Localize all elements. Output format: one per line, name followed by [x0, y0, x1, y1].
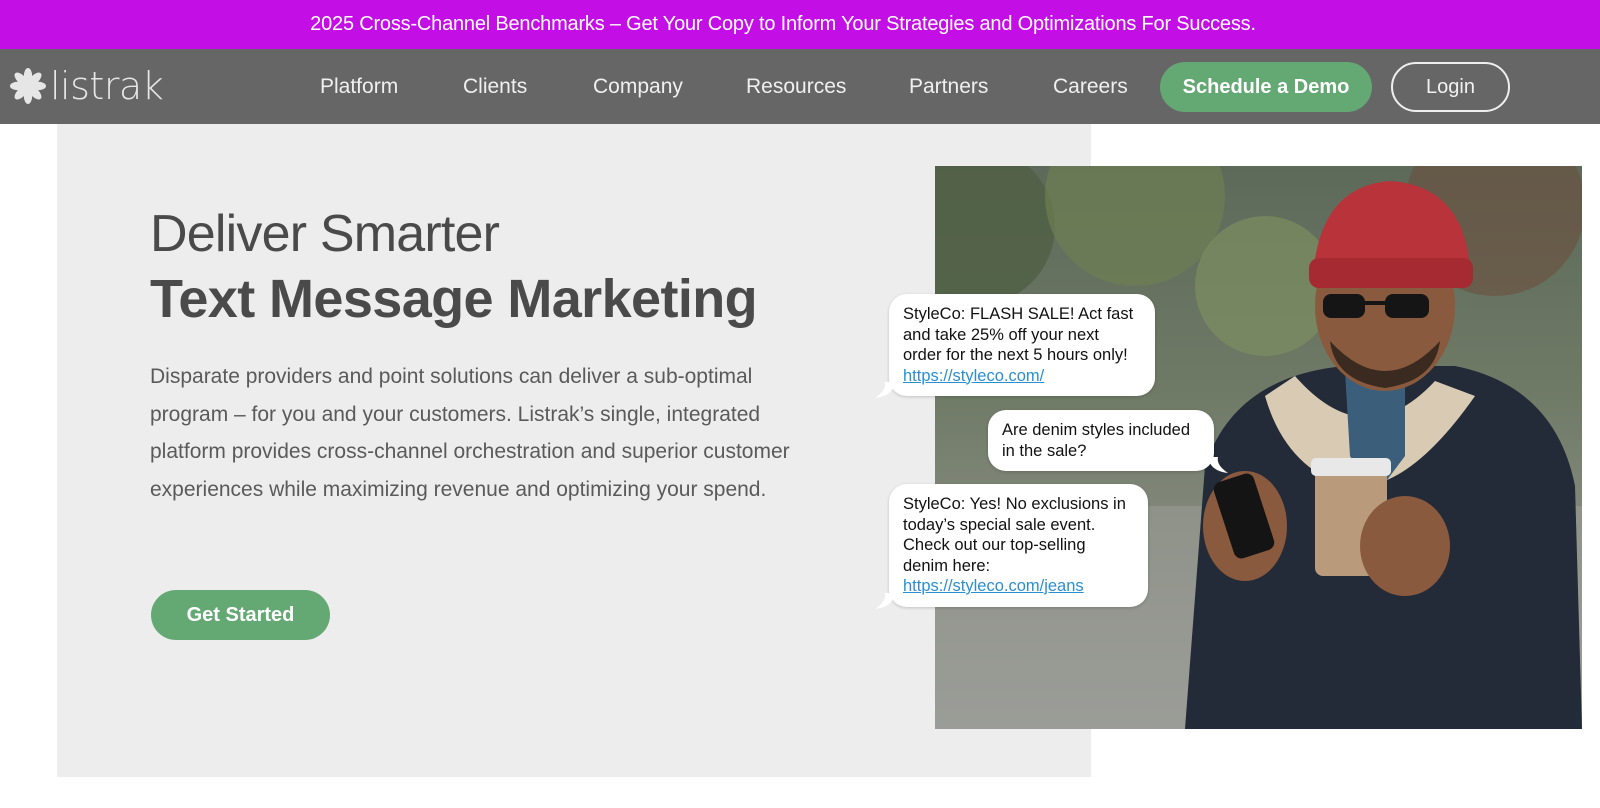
get-started-button[interactable]: Get Started [151, 590, 330, 640]
hero-body-text: Disparate providers and point solutions … [150, 365, 790, 501]
promo-banner-text[interactable]: 2025 Cross-Channel Benchmarks – Get Your… [310, 13, 1256, 36]
nav-resources[interactable]: Resources [746, 75, 846, 99]
nav-partners[interactable]: Partners [909, 75, 988, 99]
chat-bubble-outgoing-question: Are denim styles included in the sale? [988, 410, 1228, 473]
schedule-demo-button[interactable]: Schedule a Demo [1160, 62, 1372, 112]
chat-bubble-incoming-denim: StyleCo: Yes! No exclusions in today’s s… [875, 484, 1148, 609]
chat-message-1-text: StyleCo: FLASH SALE! Act fast and take 2… [903, 305, 1134, 364]
bubble-tail-icon [875, 382, 895, 398]
chat-message-3-link[interactable]: https://styleco.com/jeans [903, 577, 1084, 595]
nav-company[interactable]: Company [593, 75, 683, 99]
promo-banner[interactable]: 2025 Cross-Channel Benchmarks – Get Your… [0, 0, 1600, 49]
login-button[interactable]: Login [1391, 62, 1510, 112]
chat-bubble-incoming-flash-sale: StyleCo: FLASH SALE! Act fast and take 2… [875, 294, 1155, 398]
hero-headline-bold: Text Message Marketing [150, 269, 758, 329]
hero-headline-light: Deliver Smarter [150, 205, 500, 263]
bubble-tail-icon [1208, 457, 1228, 473]
logo-wordmark: listrak [50, 64, 164, 108]
chat-message-1-link[interactable]: https://styleco.com/ [903, 367, 1044, 385]
chat-message-2-text: Are denim styles included in the sale? [1002, 421, 1191, 460]
bubble-tail-icon [875, 592, 895, 609]
chat-message-3-text: StyleCo: Yes! No exclusions in today’s s… [903, 495, 1126, 575]
nav-platform[interactable]: Platform [320, 75, 398, 99]
nav-careers[interactable]: Careers [1053, 75, 1128, 99]
top-navigation: listrak Platform Clients Company Resourc… [0, 49, 1600, 124]
nav-clients[interactable]: Clients [463, 75, 527, 99]
listrak-logo[interactable]: listrak [10, 66, 170, 106]
listrak-burst-icon [10, 68, 46, 104]
